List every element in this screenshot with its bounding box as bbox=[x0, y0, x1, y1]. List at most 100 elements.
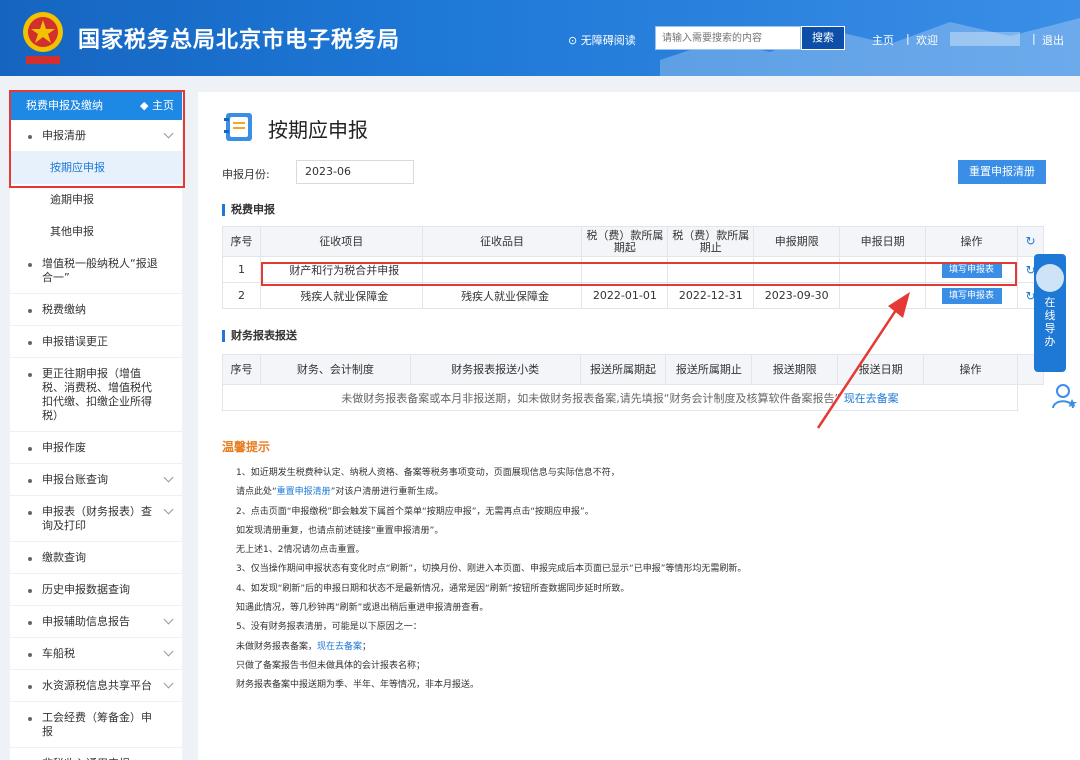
tip-line: 2、点击页面“申报缴税”即会触发下属首个菜单“按期应申报”，无需再点击“按期应申… bbox=[236, 506, 594, 517]
cell-deadline: 2023-09-30 bbox=[753, 282, 841, 309]
sidebar-item-label: 增值税一般纳税人“报退合一” bbox=[42, 257, 158, 284]
search-button[interactable]: 搜索 bbox=[801, 26, 845, 50]
bullet-icon bbox=[28, 309, 32, 313]
sidebar-item-label: 历史申报数据查询 bbox=[42, 583, 130, 596]
sidebar-subitem[interactable]: 其他申报 bbox=[10, 216, 182, 248]
sidebar-item-label: 申报表（财务报表）查询及打印 bbox=[42, 505, 152, 532]
cell-action: 填写申报表 bbox=[925, 282, 1018, 309]
sidebar-item[interactable]: 车船税 bbox=[10, 638, 182, 670]
finance-empty-text: 未做财务报表备案或本月非报送期，如未做财务报表备案,请先填报“财务会计制度及核算… bbox=[341, 391, 841, 405]
tip-line: 4、如发现“刷新”后的申报日期和状态不是最新情况，通常是因“刷新”按钮所查数据同… bbox=[236, 583, 630, 594]
tip-line: 知遇此情况，等几秒钟再“刷新”或退出稍后重进申报清册查看。 bbox=[236, 603, 489, 614]
username-redacted bbox=[950, 32, 1020, 46]
month-label: 申报月份: bbox=[222, 168, 270, 181]
column-header: 序号 bbox=[222, 354, 261, 385]
bullet-icon bbox=[28, 685, 32, 689]
go-filing-link[interactable]: 现在去备案 bbox=[844, 392, 899, 405]
column-header: 税（费）款所属期止 bbox=[667, 226, 755, 257]
tip-text: 请点此处“ bbox=[236, 487, 277, 498]
section-title-finance: 财务报表报送 bbox=[222, 330, 297, 342]
bullet-icon bbox=[28, 479, 32, 483]
fill-form-button[interactable]: 填写申报表 bbox=[941, 287, 1002, 304]
logout-link[interactable]: 退出 bbox=[1042, 32, 1064, 48]
bullet-icon bbox=[28, 373, 32, 377]
sidebar-subitem[interactable]: 逾期申报 bbox=[10, 184, 182, 216]
sidebar-item[interactable]: 税费缴纳 bbox=[10, 294, 182, 326]
refresh-icon[interactable]: ↻ bbox=[1025, 234, 1035, 248]
sidebar-item[interactable]: 申报辅助信息报告 bbox=[10, 606, 182, 638]
sidebar-item-label: 税费缴纳 bbox=[42, 303, 86, 316]
column-header: 报送所属期止 bbox=[665, 354, 753, 385]
accessibility-link[interactable]: ⊙ 无障碍阅读 bbox=[568, 32, 636, 48]
sidebar-item[interactable]: 申报台账查询 bbox=[10, 464, 182, 496]
sidebar-item[interactable]: 增值税一般纳税人“报退合一” bbox=[10, 248, 182, 294]
sidebar-item-label: 工会经费（筹备金）申报 bbox=[42, 711, 152, 738]
tip-text: ； bbox=[362, 641, 372, 652]
tip-line: 请点此处“重置申报清册”对该户清册进行重新生成。 bbox=[236, 483, 1056, 502]
user-star-icon[interactable] bbox=[1052, 382, 1078, 410]
chevron-down-icon bbox=[163, 678, 174, 689]
search-input[interactable] bbox=[655, 26, 801, 50]
nav-separator: | bbox=[1032, 32, 1036, 45]
sidebar-item-label: 申报台账查询 bbox=[42, 473, 108, 486]
column-header: 操作 bbox=[923, 354, 1018, 385]
sidebar-item[interactable]: 申报错误更正 bbox=[10, 326, 182, 358]
sidebar-item-label: 水资源税信息共享平台 bbox=[42, 679, 152, 692]
tip-link[interactable]: 重置申报清册 bbox=[277, 487, 331, 497]
online-guide-label: 在线导办 bbox=[1044, 296, 1056, 348]
sidebar-item-label: 车船税 bbox=[42, 647, 75, 660]
chevron-down-icon bbox=[163, 646, 174, 657]
tip-line: 未做财务报表备案，现在去备案； bbox=[236, 638, 1056, 657]
tip-link[interactable]: 现在去备案 bbox=[317, 642, 362, 652]
chevron-down-icon bbox=[163, 756, 174, 760]
page-title: 按期应申报 bbox=[268, 118, 368, 142]
bullet-icon bbox=[28, 717, 32, 721]
bullet-icon bbox=[28, 447, 32, 451]
finance-report-table: 序号 财务、会计制度 财务报表报送小类 报送所属期起 报送所属期止 报送期限 报送日期 操作 … bbox=[222, 354, 1045, 411]
cell-category: 残疾人就业保障金 bbox=[421, 282, 583, 309]
online-guide-widget[interactable]: 在线导办 bbox=[1034, 254, 1066, 372]
sidebar-item[interactable]: 更正往期申报（增值税、消费税、增值税代扣代缴、扣缴企业所得税） bbox=[10, 358, 182, 432]
column-header: 征收项目 bbox=[259, 226, 423, 257]
column-header: 报送日期 bbox=[837, 354, 925, 385]
chevron-down-icon bbox=[163, 472, 174, 483]
sidebar-item[interactable]: 水资源税信息共享平台 bbox=[10, 670, 182, 702]
tips-list: 1、如近期发生税费种认定、纳税人资格、备案等税务事项变动，页面展现信息与实际信息… bbox=[236, 464, 1056, 696]
table-row: 2 残疾人就业保障金 残疾人就业保障金 2022-01-01 2022-12-31 202… bbox=[222, 282, 1045, 309]
cell-no: 1 bbox=[222, 256, 261, 283]
tip-line: 无上述1、2情况请勿点击重置。 bbox=[236, 545, 365, 556]
sidebar-item[interactable]: 申报表（财务报表）查询及打印 bbox=[10, 496, 182, 542]
tip-line: 财务报表备案中报送期为季、半年、年等情况，非本月报送。 bbox=[236, 680, 480, 691]
site-title: 国家税务总局北京市电子税务局 bbox=[78, 28, 401, 53]
sidebar-item-label: 申报作废 bbox=[42, 441, 86, 454]
chevron-down-icon bbox=[163, 614, 174, 625]
bullet-icon bbox=[28, 511, 32, 515]
cell-date bbox=[839, 282, 927, 309]
cell-item: 残疾人就业保障金 bbox=[259, 282, 423, 309]
month-picker[interactable]: 2023-06 bbox=[296, 160, 414, 184]
highlight-box-sidebar bbox=[9, 90, 185, 188]
table-row-empty: 未做财务报表备案或本月非报送期，如未做财务报表备案,请先填报“财务会计制度及核算… bbox=[222, 384, 1044, 411]
cell-no: 2 bbox=[222, 282, 261, 309]
sidebar-item[interactable]: 非税收入通用申报 bbox=[10, 748, 182, 760]
sidebar-item[interactable]: 缴款查询 bbox=[10, 542, 182, 574]
declaration-book-icon bbox=[224, 113, 252, 141]
cell-end: 2022-12-31 bbox=[667, 282, 755, 309]
column-header: 税（费）款所属期起 bbox=[581, 226, 669, 257]
column-header: 财务报表报送小类 bbox=[409, 354, 581, 385]
column-header: 操作 bbox=[925, 226, 1018, 257]
sidebar-item-label: 申报错误更正 bbox=[42, 335, 108, 348]
sidebar-item[interactable]: 历史申报数据查询 bbox=[10, 574, 182, 606]
tax-emblem-icon bbox=[23, 12, 63, 64]
bullet-icon bbox=[28, 621, 32, 625]
column-header: 报送期限 bbox=[751, 354, 839, 385]
sidebar-item[interactable]: 工会经费（筹备金）申报 bbox=[10, 702, 182, 748]
tip-text: ”对该户清册进行重新生成。 bbox=[330, 487, 444, 498]
welcome-text: 欢迎 bbox=[916, 34, 938, 47]
reset-declaration-button[interactable]: 重置申报清册 bbox=[958, 160, 1046, 184]
column-header: 财务、会计制度 bbox=[259, 354, 411, 385]
home-link[interactable]: 主页 bbox=[872, 32, 894, 48]
chevron-down-icon bbox=[163, 504, 174, 515]
bullet-icon bbox=[28, 653, 32, 657]
sidebar-item[interactable]: 申报作废 bbox=[10, 432, 182, 464]
